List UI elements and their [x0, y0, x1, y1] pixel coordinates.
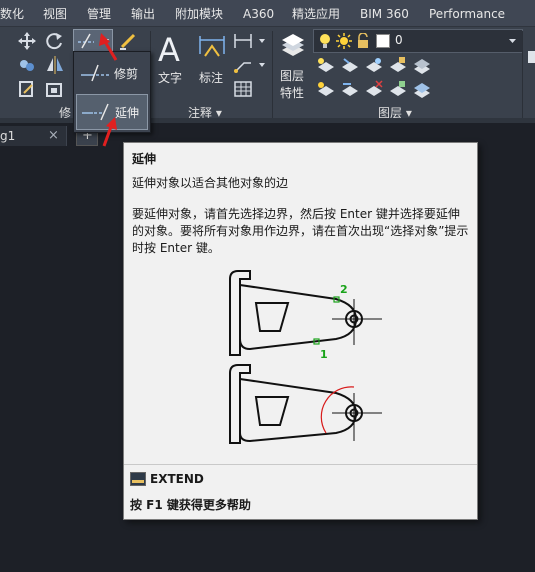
command-line-icon [130, 472, 146, 486]
trim-split-button[interactable] [73, 29, 113, 53]
leader-icon[interactable] [232, 55, 254, 75]
trim-icon [81, 64, 109, 82]
current-layer-name: 0 [395, 33, 403, 47]
bracket-shape-before: 2 1 [229, 270, 382, 361]
extend-illustration: 2 1 [229, 270, 382, 444]
close-icon[interactable]: × [48, 128, 59, 143]
menu-item-featured-apps[interactable]: 精选应用 [292, 0, 340, 26]
menu-item-manage[interactable]: 管理 [87, 0, 111, 26]
layer-tool-icon[interactable] [315, 79, 337, 99]
dropdown-item-label: 延伸 [115, 106, 140, 120]
layer-tool-icon[interactable] [315, 55, 337, 75]
menu-item-performance[interactable]: Performance [429, 0, 505, 26]
bracket-shape-after [229, 364, 382, 444]
dropdown-item-extend[interactable]: 延伸 [76, 94, 148, 130]
layer-tool-icon[interactable] [339, 79, 361, 99]
chevron-down-icon [509, 39, 516, 43]
chevron-down-icon [101, 39, 109, 44]
chevron-down-icon[interactable] [258, 61, 266, 69]
command-tooltip: 延伸 延伸对象以适合其他对象的边 要延伸对象，请首先选择边界，然后按 Enter… [123, 142, 478, 520]
document-tab[interactable]: g1 × [0, 126, 67, 146]
menu-item-view[interactable]: 视图 [43, 0, 67, 26]
layer-properties-label-1: 图层 [280, 69, 305, 83]
sun-icon [336, 33, 352, 49]
dropdown-item-trim[interactable]: 修剪 [76, 56, 146, 90]
svg-text:A: A [158, 31, 180, 67]
menu-item-output[interactable]: 输出 [131, 0, 155, 26]
dimension-icon[interactable] [197, 32, 227, 62]
tooltip-command-name: EXTEND [150, 472, 204, 486]
block-icon[interactable] [526, 47, 535, 67]
layer-tool-icon[interactable] [339, 55, 361, 75]
layer-tool-icon[interactable] [411, 55, 433, 75]
layer-tool-icon[interactable] [363, 55, 385, 75]
pick-label-1: 1 [320, 348, 328, 361]
panel-separator [522, 31, 523, 119]
unlock-icon [358, 33, 368, 48]
tooltip-body: 要延伸对象，请首先选择边界，然后按 Enter 键并选择要延伸的对象。要将所有对… [132, 207, 469, 255]
tooltip-separator [124, 464, 477, 465]
copy-icon[interactable] [16, 55, 38, 75]
menu-item-a360[interactable]: A360 [243, 0, 274, 26]
table-icon[interactable] [232, 79, 254, 99]
menu-bar: 数化 视图 管理 输出 附加模块 A360 精选应用 BIM 360 Perfo… [0, 0, 535, 27]
extend-icon [82, 103, 109, 121]
layer-properties-icon[interactable] [278, 32, 308, 64]
mirror-icon[interactable] [44, 55, 66, 75]
tooltip-description: 延伸对象以适合其他对象的边 [132, 176, 289, 190]
layer-tool-icon[interactable] [411, 79, 433, 99]
trim-icon [78, 33, 94, 49]
lightbulb-icon [320, 34, 330, 48]
text-icon[interactable]: A [156, 31, 186, 67]
scale-icon[interactable] [44, 79, 66, 99]
layer-color-swatch [376, 34, 390, 48]
layer-dropdown[interactable]: 0 [313, 29, 523, 53]
rotate-icon[interactable] [44, 31, 66, 51]
layer-tool-icon[interactable] [387, 55, 409, 75]
panel-separator [272, 31, 273, 119]
tooltip-title: 延伸 [132, 152, 157, 166]
dimension-label: 标注 [199, 71, 224, 85]
text-label: 文字 [158, 71, 183, 85]
move-icon[interactable] [16, 31, 38, 51]
layer-properties-label-2: 特性 [280, 86, 305, 100]
layer-tool-icon[interactable] [363, 79, 385, 99]
erase-icon[interactable] [118, 31, 140, 51]
trim-extend-dropdown: 修剪 延伸 [73, 51, 151, 133]
menu-item-addins[interactable]: 附加模块 [175, 0, 223, 26]
chevron-down-icon[interactable] [258, 37, 266, 45]
document-tab-label: g1 [0, 129, 16, 143]
dropdown-item-label: 修剪 [114, 67, 139, 81]
menu-item-bim360[interactable]: BIM 360 [360, 0, 409, 26]
menu-item-digitize[interactable]: 数化 [0, 0, 24, 26]
pick-label-2: 2 [340, 283, 348, 296]
linear-dimension-icon[interactable] [232, 31, 254, 51]
tooltip-help-hint: 按 F1 键获得更多帮助 [130, 498, 251, 512]
stretch-icon[interactable] [16, 79, 38, 99]
layer-tool-icon[interactable] [387, 79, 409, 99]
